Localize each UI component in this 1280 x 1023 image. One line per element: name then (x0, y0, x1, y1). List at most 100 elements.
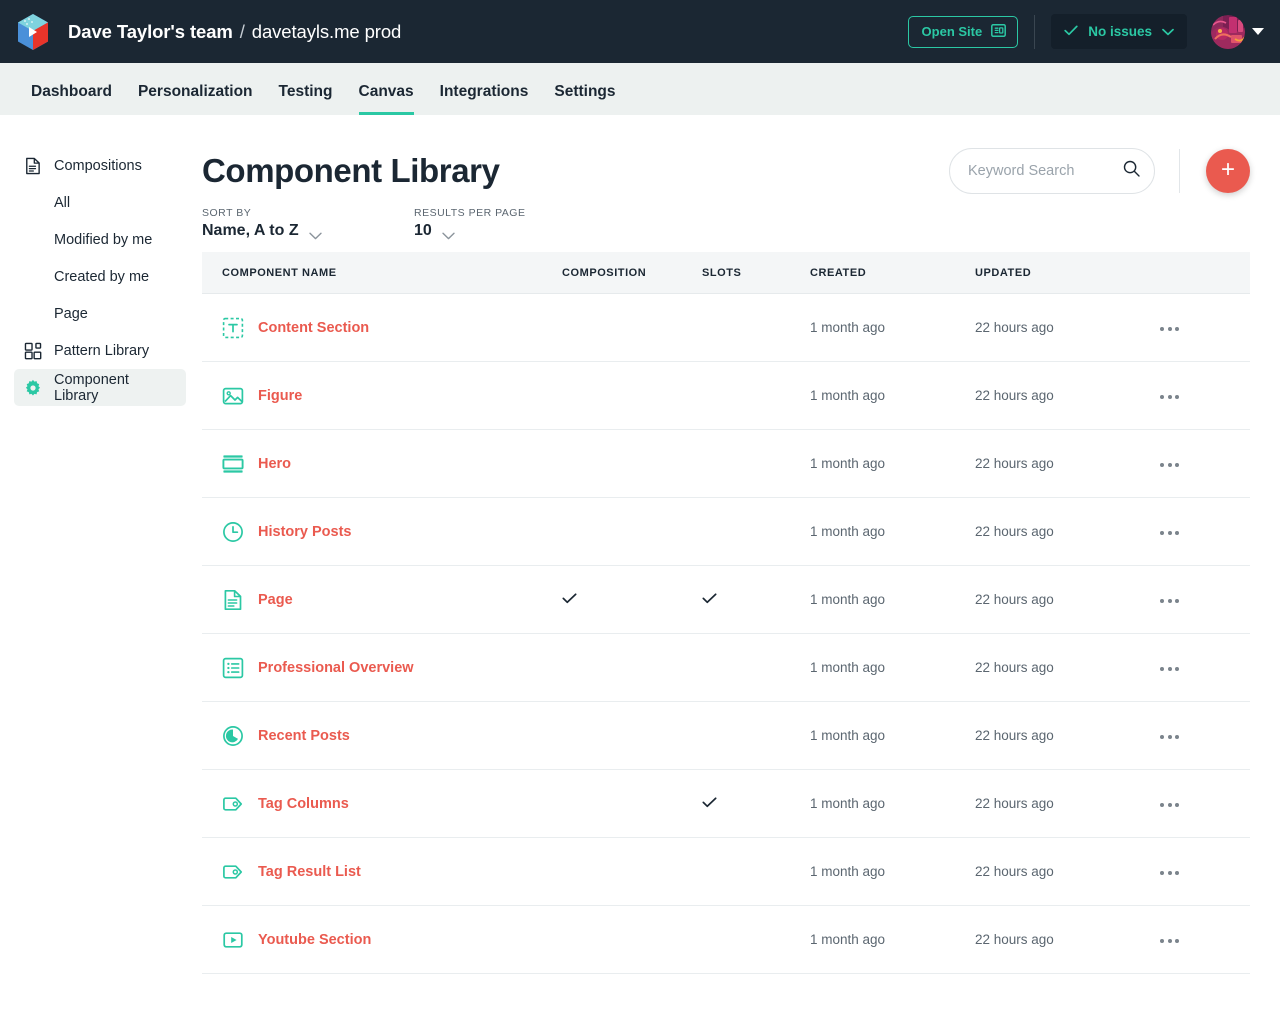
cell-component-name: Hero (202, 453, 562, 475)
ellipsis-icon[interactable] (1156, 389, 1183, 405)
add-component-button[interactable]: + (1206, 149, 1250, 193)
table-row[interactable]: Youtube Section 1 month ago 22 hours ago (202, 906, 1250, 974)
column-header-created[interactable]: CREATED (810, 267, 975, 279)
cell-component-name: Page (202, 589, 562, 611)
ellipsis-icon[interactable] (1156, 797, 1183, 813)
sidebar-item-created-by-me[interactable]: Created by me (14, 258, 186, 295)
results-per-page-label: RESULTS PER PAGE (414, 207, 526, 219)
sidebar-item-modified-by-me[interactable]: Modified by me (14, 221, 186, 258)
tab-settings[interactable]: Settings (541, 83, 628, 115)
sidebar-item-component-library[interactable]: Component Library (14, 369, 186, 406)
uniform-cube-logo[interactable] (14, 12, 52, 52)
ellipsis-icon[interactable] (1156, 525, 1183, 541)
document-icon (24, 157, 42, 175)
video-play-icon (222, 929, 244, 951)
table-row[interactable]: Figure 1 month ago 22 hours ago (202, 362, 1250, 430)
breadcrumb: Dave Taylor's team / davetayls.me prod (68, 21, 401, 43)
table-row[interactable]: Page 1 month ago 22 hours ago (202, 566, 1250, 634)
results-per-page-control: RESULTS PER PAGE 10 (414, 207, 525, 240)
table-row[interactable]: Hero 1 month ago 22 hours ago (202, 430, 1250, 498)
text-box-dashed-icon (222, 317, 244, 339)
component-link[interactable]: Tag Result List (258, 864, 361, 880)
top-bar-actions: Open Site No issues (907, 14, 1264, 49)
component-link[interactable]: Youtube Section (258, 932, 371, 948)
caret-down-icon[interactable] (1252, 28, 1264, 35)
cell-created: 1 month ago (810, 728, 886, 743)
cell-component-name: Professional Overview (202, 657, 562, 679)
tag-icon (222, 861, 244, 883)
component-link[interactable]: Professional Overview (258, 660, 414, 676)
check-icon (702, 795, 717, 810)
gear-icon (24, 379, 42, 397)
sidebar-item-page[interactable]: Page (14, 295, 186, 332)
table-row[interactable]: Professional Overview 1 month ago 22 hours… (202, 634, 1250, 702)
table-row[interactable]: Recent Posts 1 month ago 22 hours ago (202, 702, 1250, 770)
ellipsis-icon[interactable] (1156, 321, 1183, 337)
sort-by-label: SORT BY (202, 207, 252, 219)
avatar[interactable] (1211, 14, 1245, 49)
component-link[interactable]: Figure (258, 388, 302, 404)
ellipsis-icon[interactable] (1156, 933, 1183, 949)
search-input[interactable] (968, 163, 1123, 179)
sort-by-control: SORT BY Name, A to Z (202, 207, 414, 240)
sort-by-select[interactable]: Name, A to Z (202, 222, 414, 240)
account-menu[interactable] (1211, 14, 1264, 49)
sidebar-item-label: Page (54, 305, 88, 322)
cell-created: 1 month ago (810, 388, 886, 403)
table-controls: SORT BY Name, A to Z RESULTS PER PAGE 10 (202, 207, 1250, 252)
tab-personalization[interactable]: Personalization (125, 83, 266, 115)
tab-integrations[interactable]: Integrations (427, 83, 542, 115)
team-name[interactable]: Dave Taylor's team (68, 21, 233, 43)
table-body: Content Section 1 month ago 22 hours ago F… (202, 294, 1250, 974)
chevron-down-icon (1162, 24, 1174, 39)
cell-component-name: Tag Columns (202, 793, 562, 815)
check-icon (1064, 24, 1078, 39)
component-link[interactable]: History Posts (258, 524, 351, 540)
tab-canvas[interactable]: Canvas (346, 83, 427, 115)
component-link[interactable]: Hero (258, 456, 291, 472)
table-row[interactable]: Content Section 1 month ago 22 hours ago (202, 294, 1250, 362)
column-header-slots[interactable]: SLOTS (702, 267, 810, 279)
status-badge: No issues (1088, 24, 1152, 39)
component-link[interactable]: Recent Posts (258, 728, 350, 744)
check-icon (702, 591, 717, 606)
open-site-button[interactable]: Open Site (907, 15, 1019, 48)
table-row[interactable]: Tag Columns 1 month ago 22 hours ago (202, 770, 1250, 838)
cell-actions (1150, 658, 1250, 677)
results-per-page-select[interactable]: 10 (414, 222, 525, 240)
ellipsis-icon[interactable] (1156, 457, 1183, 473)
list-box-icon (222, 657, 244, 679)
table-row[interactable]: Tag Result List 1 month ago 22 hours ago (202, 838, 1250, 906)
ellipsis-icon[interactable] (1156, 729, 1183, 745)
column-header-composition[interactable]: COMPOSITION (562, 267, 702, 279)
sidebar-item-all[interactable]: All (14, 184, 186, 221)
search-box[interactable] (949, 148, 1155, 194)
tab-testing[interactable]: Testing (266, 83, 346, 115)
document-icon (222, 589, 244, 611)
chevron-down-icon (442, 227, 455, 240)
component-link[interactable]: Tag Columns (258, 796, 349, 812)
cell-actions (1150, 318, 1250, 337)
search-icon[interactable] (1123, 160, 1140, 182)
column-header-component-name[interactable]: COMPONENT NAME (202, 267, 562, 279)
site-name[interactable]: davetayls.me prod (252, 21, 402, 43)
column-header-updated[interactable]: UPDATED (975, 267, 1150, 279)
tab-dashboard[interactable]: Dashboard (18, 83, 125, 115)
cell-created: 1 month ago (810, 864, 886, 879)
components-table: COMPONENT NAME COMPOSITION SLOTS CREATED… (202, 252, 1250, 974)
issues-status-button[interactable]: No issues (1051, 14, 1187, 49)
sidebar-item-pattern-library[interactable]: Pattern Library (14, 332, 186, 369)
ellipsis-icon[interactable] (1156, 661, 1183, 677)
component-link[interactable]: Page (258, 592, 293, 608)
cell-actions (1150, 794, 1250, 813)
main-header: Component Library + (202, 115, 1250, 207)
component-link[interactable]: Content Section (258, 320, 369, 336)
cell-updated: 22 hours ago (975, 320, 1054, 335)
table-row[interactable]: History Posts 1 month ago 22 hours ago (202, 498, 1250, 566)
cell-updated: 22 hours ago (975, 728, 1054, 743)
ellipsis-icon[interactable] (1156, 593, 1183, 609)
cell-actions (1150, 454, 1250, 473)
cell-actions (1150, 590, 1250, 609)
sidebar-item-compositions[interactable]: Compositions (14, 147, 186, 184)
ellipsis-icon[interactable] (1156, 865, 1183, 881)
